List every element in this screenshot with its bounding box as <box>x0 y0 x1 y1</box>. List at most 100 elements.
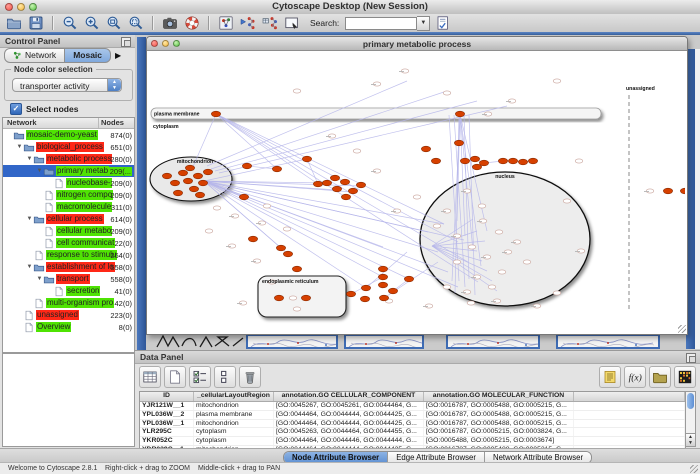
background-window-edge-left[interactable] <box>137 37 146 350</box>
table-scrollbar[interactable]: ▲▼ <box>685 391 696 447</box>
network-graph: plasma membranecytoplasmmitochondrionnuc… <box>147 51 685 333</box>
help-button[interactable] <box>182 15 201 32</box>
tree-row-label: macromolecule <box>56 202 112 212</box>
table-row[interactable]: YPL036W__1mitochondrion[GO:0044464, GO:0… <box>140 420 685 429</box>
tree-row-nucleobase-[interactable]: nucleobase-209(0) <box>3 177 134 189</box>
tree-row-label: transport <box>56 274 90 284</box>
scrollbar-arrows[interactable]: ▲▼ <box>686 433 695 446</box>
dp-folder-button[interactable] <box>649 366 671 388</box>
column-header-0[interactable]: ID <box>140 392 194 401</box>
dp-notes-icon <box>602 369 618 385</box>
dp-doc-button[interactable] <box>164 366 186 388</box>
control-panel: Control Panel Network Mosaic ▶ Node colo… <box>0 35 136 448</box>
tab-overflow-arrow[interactable]: ▶ <box>115 51 121 60</box>
network-window-titlebar[interactable]: primary metabolic process <box>147 37 687 51</box>
network-canvas[interactable]: plasma membranecytoplasmmitochondrionnuc… <box>147 51 685 333</box>
table-row[interactable]: YLR295Ccytoplasm[GO:0045263, GO:0044464,… <box>140 428 685 437</box>
dp-table-button[interactable] <box>139 366 161 388</box>
dp-fx-button[interactable]: f(x) <box>624 366 646 388</box>
search-dropdown-arrow[interactable]: ▼ <box>417 16 430 31</box>
tree-row-transport[interactable]: ▼transport558(0) <box>3 273 134 285</box>
expander-icon[interactable]: ▼ <box>36 168 43 174</box>
main-toolbar: Search:▼ <box>0 14 700 32</box>
import-table-button[interactable] <box>260 15 279 32</box>
cell: [GO:0044464, GO:0044446, GO:0044444, G..… <box>274 437 424 445</box>
tree-row-biological-process[interactable]: ▼biological_process651(0) <box>3 141 134 153</box>
folder-icon <box>43 274 55 284</box>
app-titlebar[interactable]: Cytoscape Desktop (New Session) <box>0 0 700 15</box>
node-count: 264(0) <box>110 251 132 260</box>
import-attributes-button[interactable] <box>433 15 452 32</box>
node-color-selection-group: Node color selection transporter activit… <box>4 69 133 101</box>
tree-row-cellular-process[interactable]: ▼cellular process614(0) <box>3 213 134 225</box>
background-network-window[interactable] <box>246 334 338 349</box>
tree-row-unassigned[interactable]: unassigned223(0) <box>3 309 134 321</box>
import-network-button[interactable] <box>238 15 257 32</box>
tree-col-network[interactable]: Network <box>3 118 99 128</box>
network-view-settings-icon <box>218 15 234 31</box>
tab-network[interactable]: Network <box>4 48 65 63</box>
zoom-in-button[interactable] <box>82 15 101 32</box>
tree-row-secretion[interactable]: secretion41(0) <box>3 285 134 297</box>
background-network-window[interactable] <box>344 334 424 349</box>
dp-doc-icon <box>167 369 183 385</box>
float-panel-icon[interactable] <box>686 353 696 363</box>
dp-notes-button[interactable] <box>599 366 621 388</box>
open-folder-button[interactable] <box>4 15 23 32</box>
search-input[interactable] <box>345 17 417 30</box>
expander-icon[interactable]: ▼ <box>26 216 33 222</box>
annotation-button[interactable] <box>282 15 301 32</box>
folder-icon <box>23 142 35 152</box>
background-network-window[interactable] <box>556 334 660 349</box>
node-count: 22(0) <box>114 239 132 248</box>
expander-icon[interactable]: ▼ <box>26 156 33 162</box>
network-view-settings-button[interactable] <box>216 15 235 32</box>
column-header-2[interactable]: annotation.GO CELLULAR_COMPONENT <box>274 392 424 401</box>
tree-row-primary-metab[interactable]: ▼primary metab209(... <box>3 165 134 177</box>
node-count: 209(0) <box>110 179 132 188</box>
dp-fx-icon: f(x) <box>627 369 643 385</box>
column-header-1[interactable]: _cellularLayoutRegion <box>194 392 274 401</box>
tree-row-cellular-metabo[interactable]: cellular metabo209(0) <box>3 225 134 237</box>
tree-row-response-to-stimulu[interactable]: response to stimulu264(0) <box>3 249 134 261</box>
open-folder-icon <box>6 15 22 31</box>
table-row[interactable]: YKR052Ccytoplasm[GO:0044464, GO:0044446,… <box>140 437 685 446</box>
expander-icon[interactable]: ▼ <box>36 276 43 282</box>
table-row[interactable]: YPL036W__2plasma membrane[GO:0044464, GO… <box>140 411 685 420</box>
tree-row-label: establishment of lo <box>46 262 115 272</box>
dp-list-button[interactable] <box>214 366 236 388</box>
snapshot-button[interactable] <box>160 15 179 32</box>
app-resize-grip[interactable] <box>690 465 698 473</box>
tab-mosaic[interactable]: Mosaic <box>65 48 111 63</box>
scrollbar-thumb[interactable] <box>687 393 694 409</box>
expander-icon[interactable]: ▼ <box>16 144 23 150</box>
dp-checklist-button[interactable] <box>189 366 211 388</box>
tree-row-metabolic-process[interactable]: ▼metabolic process280(0) <box>3 153 134 165</box>
table-row[interactable]: YJR121W__1mitochondrion[GO:0045267, GO:0… <box>140 402 685 411</box>
tree-row-cell-communicat[interactable]: cell communicat22(0) <box>3 237 134 249</box>
tree-row-establishment-of-lo[interactable]: ▼establishment of lo558(0) <box>3 261 134 273</box>
background-network-sketch[interactable] <box>155 334 250 350</box>
tree-row-macromolecule[interactable]: macromolecule311(0) <box>3 201 134 213</box>
tree-row-multi-organism-pro[interactable]: multi-organism pro42(0) <box>3 297 134 309</box>
dp-matrix-button[interactable] <box>674 366 696 388</box>
window-resize-grip[interactable] <box>678 325 686 333</box>
node-color-dropdown[interactable]: transporter activity ▲▼ <box>12 78 122 92</box>
select-nodes-checkbox[interactable]: ✓ <box>10 103 22 115</box>
birdseye-view[interactable] <box>2 353 135 447</box>
background-network-window[interactable] <box>446 334 540 349</box>
zoom-selected-button[interactable] <box>104 15 123 32</box>
dp-trash-button[interactable] <box>239 366 261 388</box>
tree-col-nodes[interactable]: Nodes <box>99 118 134 128</box>
zoom-fit-button[interactable] <box>126 15 145 32</box>
tree-row-overview[interactable]: Overview8(0) <box>3 321 134 333</box>
tree-row-nitrogen-compo[interactable]: nitrogen compo209(0) <box>3 189 134 201</box>
save-button[interactable] <box>26 15 45 32</box>
doc-icon <box>53 178 65 188</box>
expander-icon[interactable]: ▼ <box>26 264 33 270</box>
column-header-3[interactable]: annotation.GO MOLECULAR_FUNCTION <box>424 392 574 401</box>
zoom-out-button[interactable] <box>60 15 79 32</box>
node-count: 42(0) <box>114 299 132 308</box>
tree-row-mosaic-demo-yeast[interactable]: mosaic-demo-yeast874(0) <box>3 129 134 141</box>
float-panel-icon[interactable] <box>121 37 131 47</box>
